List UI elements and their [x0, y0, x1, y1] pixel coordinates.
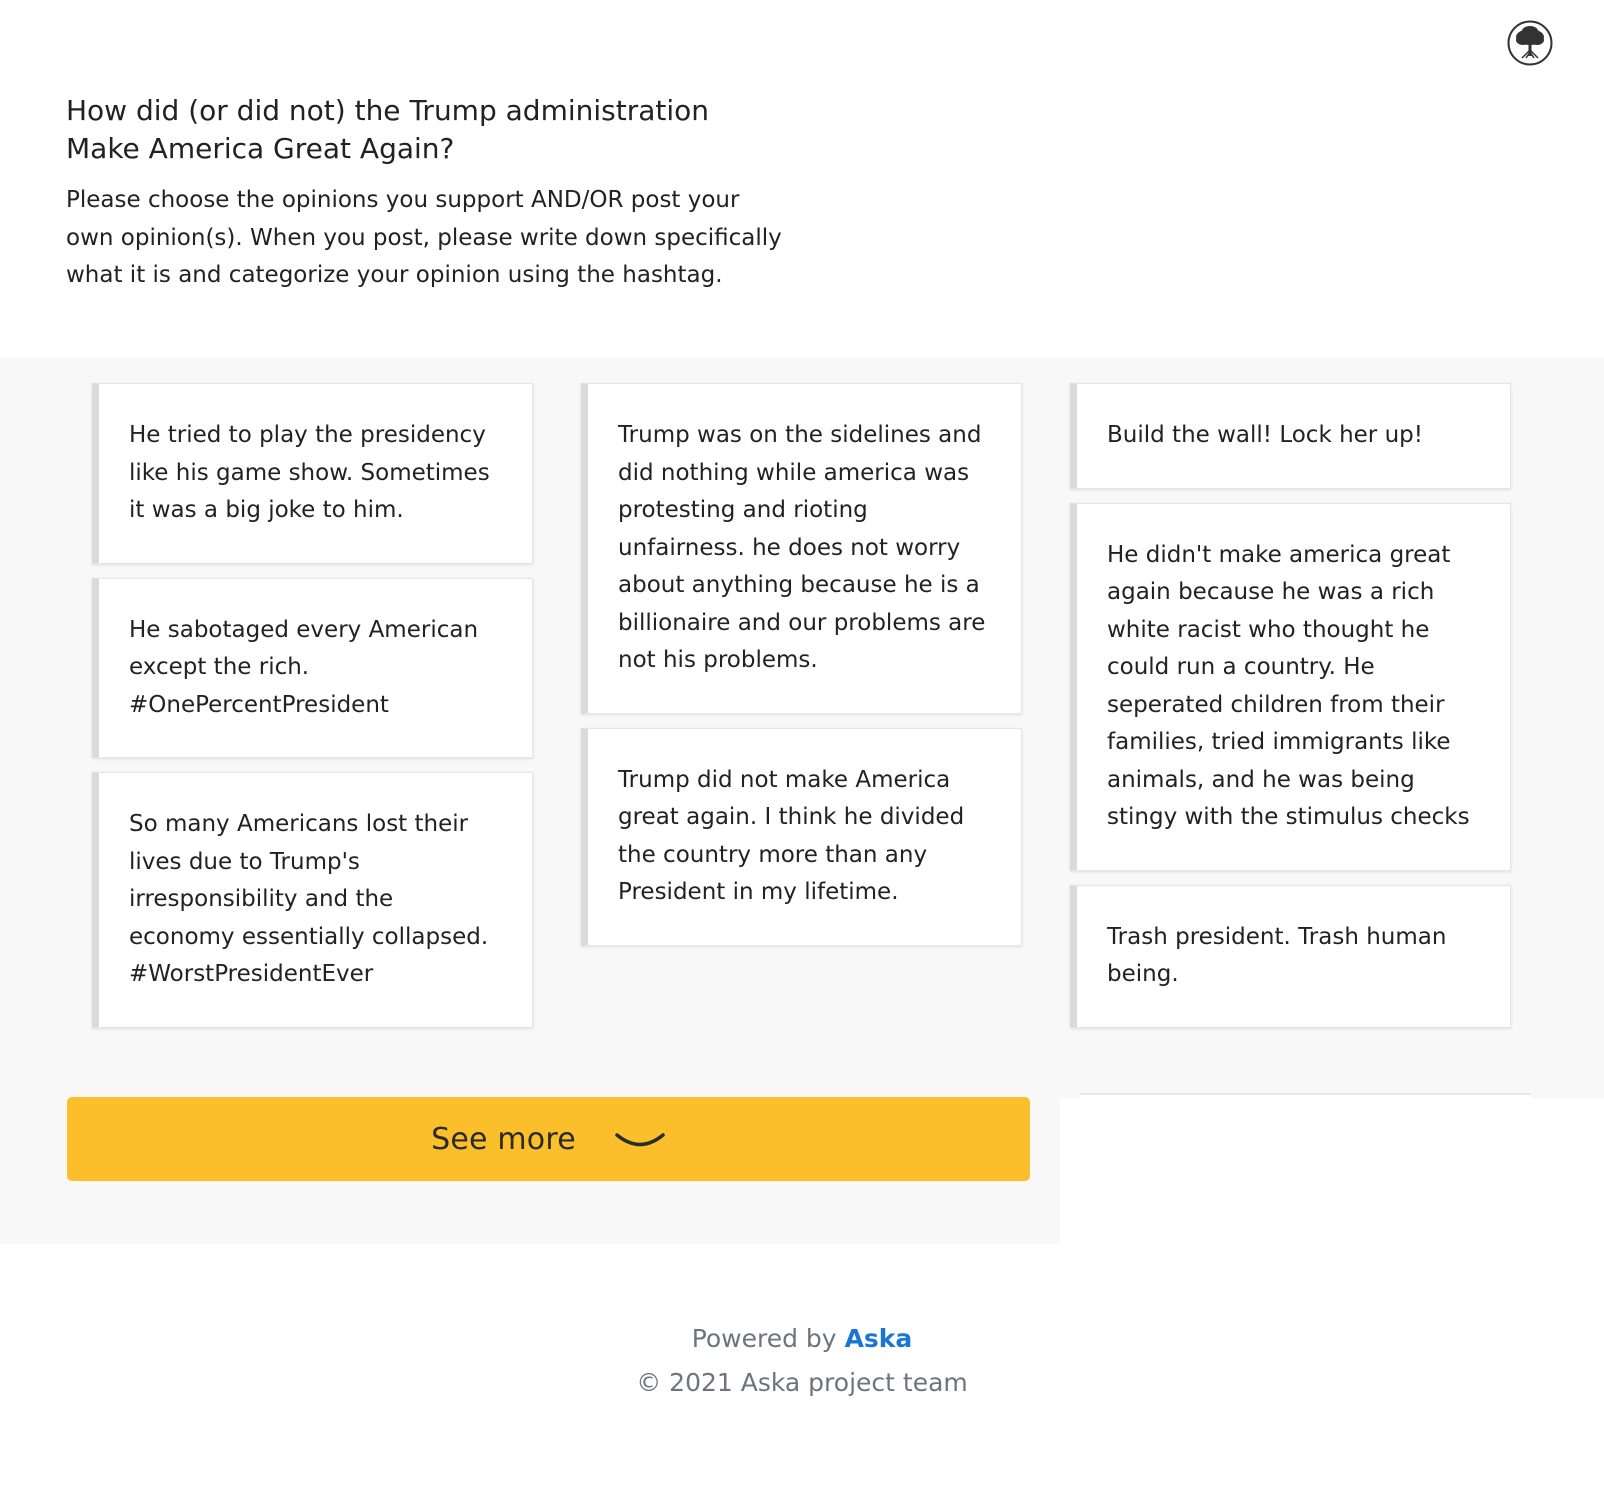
opinion-card[interactable]: He didn't make america great again becau… [1070, 502, 1511, 871]
opinion-card[interactable]: Build the wall! Lock her up! [1070, 383, 1511, 489]
see-more-label: See more [431, 1121, 576, 1157]
opinion-column-2: Trump was on the sidelines and did nothi… [581, 383, 1022, 960]
opinion-text: He tried to play the presidency like his… [129, 422, 490, 523]
footer-powered-by: Powered by Aska [0, 1324, 1604, 1353]
opinion-card[interactable]: He sabotaged every American except the r… [92, 577, 533, 758]
footer-powered-prefix: Powered by [691, 1324, 837, 1353]
see-more-button[interactable]: See more [67, 1097, 1030, 1181]
opinion-card-partial [1080, 1093, 1531, 1099]
opinion-text: Trump did not make America great again. … [618, 766, 965, 906]
opinion-column-1: He tried to play the presidency like his… [92, 383, 533, 1042]
page-description: Please choose the opinions you support A… [66, 187, 782, 288]
opinion-text: Trash president. Trash human being. [1107, 923, 1447, 988]
opinion-text: Build the wall! Lock her up! [1107, 422, 1423, 448]
opinion-card[interactable]: So many Americans lost their lives due t… [92, 772, 533, 1028]
opinion-text: Trump was on the sidelines and did nothi… [618, 422, 986, 673]
chevron-down-icon [615, 1133, 665, 1147]
footer-copyright: © 2021 Aska project team [636, 1368, 968, 1397]
opinion-text: He sabotaged every American except the r… [129, 616, 479, 718]
avatar[interactable] [1507, 20, 1553, 66]
opinion-text: So many Americans lost their lives due t… [129, 811, 489, 987]
page-header: How did (or did not) the Trump administr… [66, 92, 786, 295]
page-title: How did (or did not) the Trump administr… [66, 94, 710, 165]
opinion-card[interactable]: Trump did not make America great again. … [581, 727, 1022, 946]
opinion-card[interactable]: Trump was on the sidelines and did nothi… [581, 383, 1022, 714]
opinion-text: He didn't make america great again becau… [1107, 541, 1470, 831]
tree-icon [1507, 20, 1553, 66]
opinion-column-3: Build the wall! Lock her up! He didn't m… [1070, 383, 1511, 1042]
aska-link[interactable]: Aska [845, 1324, 913, 1353]
opinion-card[interactable]: Trash president. Trash human being. [1070, 884, 1511, 1028]
opinion-card[interactable]: He tried to play the presidency like his… [92, 383, 533, 564]
